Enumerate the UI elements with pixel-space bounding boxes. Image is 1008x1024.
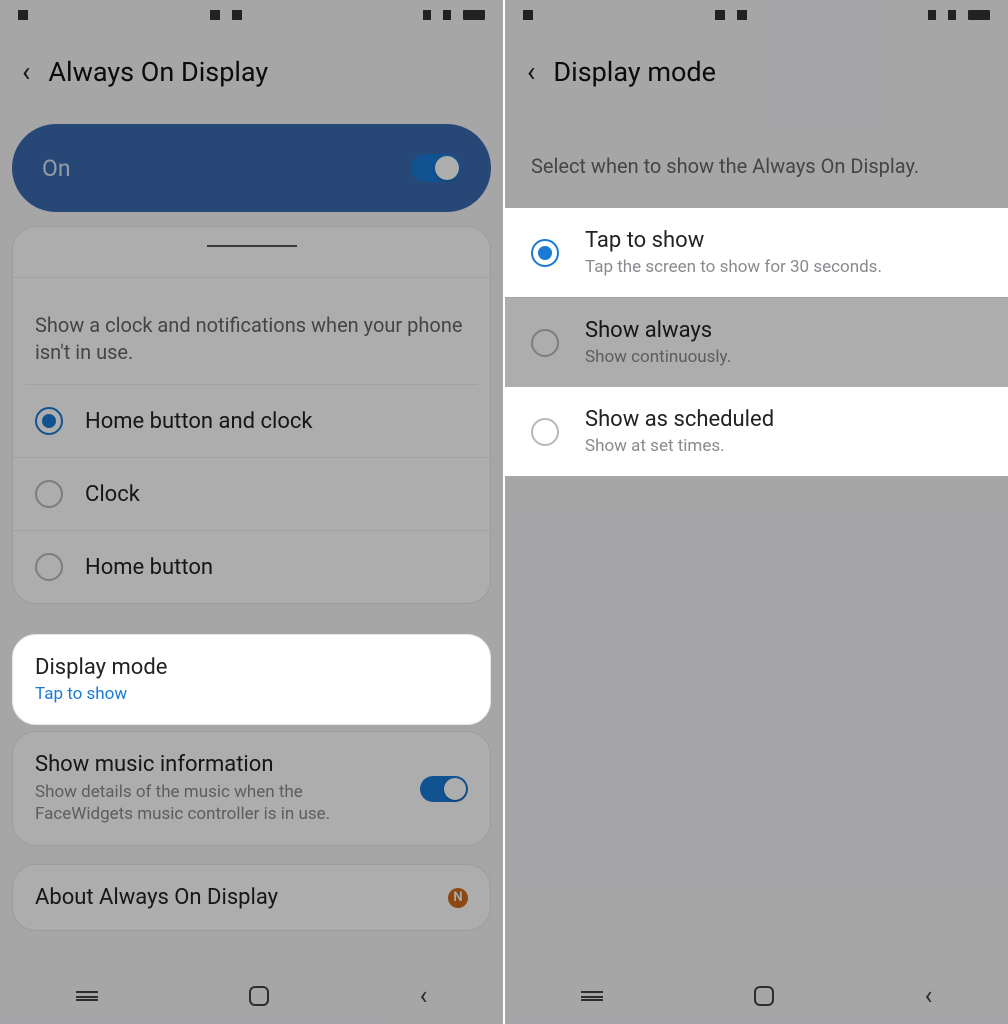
radio-label: Home button bbox=[85, 555, 213, 580]
back-icon[interactable]: ‹ bbox=[527, 58, 535, 86]
display-mode-title: Display mode bbox=[35, 655, 167, 680]
aod-description: Show a clock and notifications when your… bbox=[13, 278, 490, 384]
display-mode-value: Tap to show bbox=[35, 684, 167, 704]
master-toggle[interactable]: On bbox=[12, 124, 491, 212]
option-title: Show as scheduled bbox=[585, 407, 774, 432]
music-desc: Show details of the music when the FaceW… bbox=[35, 781, 404, 825]
screen-display-mode: ‹ Display mode Select when to show the A… bbox=[505, 0, 1008, 1024]
row-music-info[interactable]: Show music information Show details of t… bbox=[12, 731, 491, 846]
radio-icon bbox=[531, 329, 559, 357]
display-mode-list: Tap to show Tap the screen to show for 3… bbox=[505, 208, 1008, 297]
display-mode-list-2: Show as scheduled Show at set times. bbox=[505, 387, 1008, 476]
back-icon[interactable]: ‹ bbox=[22, 58, 30, 86]
radio-home-button[interactable]: Home button bbox=[13, 530, 490, 603]
nav-bar: ‹ bbox=[505, 968, 1008, 1024]
option-subtitle: Show continuously. bbox=[585, 347, 731, 367]
radio-icon bbox=[35, 407, 63, 435]
master-toggle-label: On bbox=[42, 155, 71, 182]
option-tap-to-show[interactable]: Tap to show Tap the screen to show for 3… bbox=[505, 208, 1008, 297]
screen-always-on-display: ‹ Always On Display On Show a clock and … bbox=[0, 0, 503, 1024]
page-title: Display mode bbox=[553, 56, 716, 88]
home-icon[interactable] bbox=[249, 986, 269, 1006]
display-mode-intro: Select when to show the Always On Displa… bbox=[505, 116, 1008, 208]
radio-label: Home button and clock bbox=[85, 409, 313, 434]
status-bar bbox=[0, 0, 503, 24]
radio-icon bbox=[531, 239, 559, 267]
status-bar bbox=[505, 0, 1008, 24]
radio-icon bbox=[35, 553, 63, 581]
option-title: Tap to show bbox=[585, 228, 882, 253]
option-subtitle: Show at set times. bbox=[585, 436, 774, 456]
header: ‹ Display mode bbox=[505, 24, 1008, 116]
radio-label: Clock bbox=[85, 482, 140, 507]
recents-icon[interactable] bbox=[581, 991, 603, 1001]
radio-icon bbox=[35, 480, 63, 508]
nav-back-icon[interactable]: ‹ bbox=[420, 981, 428, 1011]
row-display-mode[interactable]: Display mode Tap to show bbox=[12, 634, 491, 725]
card-aod-content: Show a clock and notifications when your… bbox=[12, 226, 491, 604]
music-title: Show music information bbox=[35, 752, 404, 777]
radio-home-button-and-clock[interactable]: Home button and clock bbox=[13, 385, 490, 457]
about-title: About Always On Display bbox=[35, 885, 278, 910]
new-badge-icon: N bbox=[448, 888, 468, 908]
row-about[interactable]: About Always On Display N bbox=[12, 864, 491, 931]
option-show-as-scheduled[interactable]: Show as scheduled Show at set times. bbox=[505, 387, 1008, 476]
radio-icon bbox=[531, 418, 559, 446]
toggle-switch-icon[interactable] bbox=[411, 154, 461, 182]
option-subtitle: Tap the screen to show for 30 seconds. bbox=[585, 257, 882, 277]
option-show-always[interactable]: Show always Show continuously. bbox=[505, 297, 1008, 387]
option-title: Show always bbox=[585, 318, 731, 343]
radio-clock[interactable]: Clock bbox=[13, 457, 490, 530]
nav-bar: ‹ bbox=[0, 968, 503, 1024]
music-toggle-icon[interactable] bbox=[420, 776, 468, 802]
page-title: Always On Display bbox=[48, 56, 268, 88]
header: ‹ Always On Display bbox=[0, 24, 503, 116]
recents-icon[interactable] bbox=[76, 991, 98, 1001]
nav-back-icon[interactable]: ‹ bbox=[925, 981, 933, 1011]
home-icon[interactable] bbox=[754, 986, 774, 1006]
